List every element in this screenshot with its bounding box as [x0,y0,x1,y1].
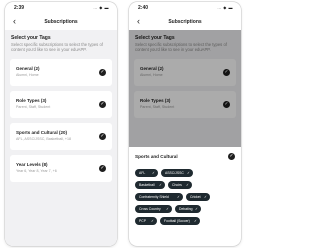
tag-chip[interactable]: PCP ✓ [135,217,157,225]
card-subtitle: Year 6, Year 8, Year 7, +6 [16,168,57,173]
card-title: Sports and Cultural (20) [16,129,68,135]
tag-chip[interactable]: Football (Soccer) ✓ [160,217,200,225]
tag-chip[interactable]: Cricket ✓ [186,193,210,201]
page-title: Subscriptions [168,19,202,25]
section-description: Select specific subscriptions to select … [11,42,103,53]
card-subtitle: Alumni, Home [16,72,39,77]
subscription-card-year-levels[interactable]: Year Levels (8) Year 6, Year 8, Year 7, … [10,154,112,182]
chip-label: Choirs [172,183,182,187]
nav-bar: ‹ Subscriptions [129,16,241,30]
nav-bar: ‹ Subscriptions [5,16,117,30]
check-icon: ✓ [150,219,154,223]
chip-label: Football (Soccer) [164,219,190,223]
chip-label: Debating [179,207,193,211]
check-icon[interactable]: ✓ [228,153,235,160]
card-title: Role Types (3) [16,97,47,103]
bottom-sheet-sports-cultural: Sports and Cultural ✓ AFL ✓ ASSC/JSSC ✓ Ba… [129,147,241,246]
check-icon[interactable]: ✓ [99,164,106,172]
chip-label: Cricket [190,195,201,199]
check-icon: ✓ [151,171,155,175]
check-icon: ✓ [176,195,180,199]
section-title: Select your Tags [11,35,51,41]
check-icon: ✓ [185,183,189,187]
subscriptions-content: Select your Tags Select specific subscri… [5,30,117,246]
sheet-title: Sports and Cultural [135,154,178,159]
status-bar: 2:39 … ◆ ▬ [5,2,117,16]
tag-chip[interactable]: Confraternity Shield ✓ [135,193,183,201]
status-icons: … ◆ ▬ [93,5,109,10]
subscription-card-general[interactable]: General (2) Alumni, Home ✓ [10,58,112,86]
subscriptions-content: Select your Tags Select specific subscri… [129,30,241,246]
tag-chip[interactable]: Basketball ✓ [135,181,165,189]
check-icon: ✓ [165,207,169,211]
check-icon: ✓ [203,195,207,199]
card-subtitle: AFL, ASSC/JSSC, Basketball, +18 [16,136,72,141]
status-icons: … ◆ ▬ [217,5,233,10]
status-time: 2:40 [138,5,149,11]
subscription-card-role-types[interactable]: Role Types (3) Parent, Staff, Student ✓ [10,90,112,118]
check-icon: ✓ [158,183,162,187]
check-icon: ✓ [193,219,197,223]
tag-chip[interactable]: ASSC/JSSC ✓ [161,169,193,177]
check-icon: ✓ [186,171,190,175]
card-title: General (2) [16,65,40,71]
check-icon[interactable]: ✓ [99,132,106,140]
phone-screen-subscriptions-sheet: 2:40 … ◆ ▬ ‹ Subscriptions Select your T… [129,2,241,246]
tag-chip[interactable]: Debating ✓ [175,205,201,213]
sheet-header: Sports and Cultural ✓ [129,147,241,166]
chip-label: PCP [139,219,146,223]
card-title: Year Levels (8) [16,161,48,167]
card-subtitle: Parent, Staff, Student [16,104,51,109]
phone-screen-subscriptions: 2:39 … ◆ ▬ ‹ Subscriptions Select your T… [5,2,117,246]
check-icon: ✓ [194,207,198,211]
chip-label: ASSC/JSSC [165,171,184,175]
chip-label: Confraternity Shield [139,195,169,199]
check-icon[interactable]: ✓ [99,68,106,76]
check-icon[interactable]: ✓ [99,100,106,108]
chip-label: AFL [139,171,146,175]
status-time: 2:39 [14,5,25,11]
page-title: Subscriptions [44,19,78,25]
chip-label: Cross Country [139,207,161,211]
status-bar: 2:40 … ◆ ▬ [129,2,241,16]
chip-label: Basketball [139,183,155,187]
tag-chip[interactable]: Choirs ✓ [168,181,192,189]
tag-chip[interactable]: Cross Country ✓ [135,205,172,213]
tag-chip[interactable]: AFL ✓ [135,169,158,177]
subscription-card-sports-cultural[interactable]: Sports and Cultural (20) AFL, ASSC/JSSC,… [10,122,112,150]
